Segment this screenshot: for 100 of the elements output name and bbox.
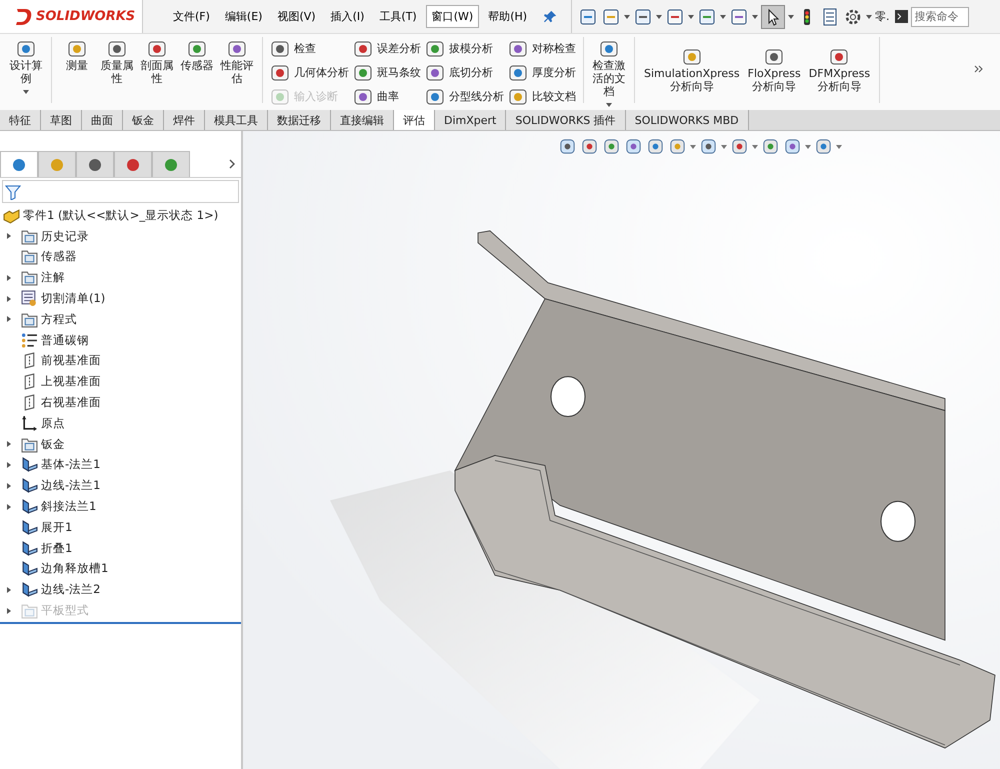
- dropdown-caret-icon[interactable]: [866, 14, 872, 20]
- expand-arrow-icon[interactable]: [6, 586, 12, 594]
- ribbon-tab[interactable]: SOLIDWORKS 插件: [506, 110, 626, 130]
- ribbon-button[interactable]: 测量: [57, 37, 97, 87]
- ribbon-button[interactable]: 检查激活的文档: [589, 37, 629, 110]
- ribbon-button[interactable]: 剖面属性: [137, 37, 177, 87]
- ribbon-tab[interactable]: 直接编辑: [331, 110, 394, 130]
- filter-field[interactable]: [2, 180, 239, 203]
- expand-arrow-icon[interactable]: [6, 294, 12, 303]
- tool-icon: [107, 39, 127, 59]
- expand-arrow-icon[interactable]: [6, 460, 12, 469]
- ribbon-button[interactable]: 传感器: [177, 37, 217, 87]
- tree-item[interactable]: 前视基准面: [41, 353, 101, 368]
- ribbon-button[interactable]: 对称检查: [506, 37, 578, 60]
- tool-icon: [682, 47, 702, 67]
- more-chevron-icon[interactable]: [974, 64, 984, 74]
- ribbon-button[interactable]: 比较文档: [506, 85, 578, 108]
- tree-item[interactable]: 上视基准面: [41, 374, 101, 390]
- panel-tab[interactable]: [152, 151, 190, 177]
- panel-tab[interactable]: [114, 151, 152, 177]
- ribbon-button[interactable]: 曲率: [351, 85, 423, 108]
- search-field[interactable]: 搜索命令: [910, 6, 969, 26]
- ds-logo-icon: [14, 6, 34, 26]
- expand-arrow-icon[interactable]: [6, 315, 12, 324]
- ribbon-button[interactable]: 检查: [268, 37, 351, 60]
- ribbon-button[interactable]: 分型线分析: [423, 85, 506, 108]
- ribbon-tab[interactable]: 特征: [0, 110, 41, 130]
- ribbon-tab[interactable]: 曲面: [82, 110, 123, 130]
- ribbon-tab[interactable]: 数据迁移: [268, 110, 331, 130]
- menu-item[interactable]: 窗口(W): [426, 5, 480, 28]
- tool-icon: [508, 62, 528, 82]
- ribbon-button[interactable]: 质量属性: [97, 37, 137, 87]
- ribbon-tab[interactable]: 草图: [41, 110, 82, 130]
- tree-item[interactable]: 右视基准面: [41, 395, 101, 410]
- ribbon-button[interactable]: DFMXpress 分析向导: [804, 37, 874, 93]
- menu-item[interactable]: 视图(V): [271, 5, 322, 28]
- ribbon-tab[interactable]: SOLIDWORKS MBD: [626, 110, 749, 130]
- tree-item[interactable]: 折叠1: [41, 540, 72, 556]
- tree-item[interactable]: 原点: [41, 416, 65, 431]
- tree-item[interactable]: 钣金: [41, 436, 65, 452]
- tree-item[interactable]: 历史记录: [41, 228, 89, 244]
- dropdown-caret-icon[interactable]: [752, 14, 758, 20]
- dropdown-caret-icon[interactable]: [656, 14, 662, 20]
- ribbon-button[interactable]: 设计算例: [6, 37, 46, 97]
- tree-item[interactable]: 展开1: [41, 520, 72, 535]
- menu-item[interactable]: 帮助(H): [482, 5, 534, 28]
- tree-item[interactable]: 零件1 (默认<<默认>_显示状态 1>): [23, 208, 218, 223]
- menu-item[interactable]: 文件(F): [167, 5, 216, 28]
- ribbon-button[interactable]: FloXpress 分析向导: [744, 37, 805, 93]
- tree-item[interactable]: 普通碳钢: [41, 332, 89, 348]
- ribbon-button[interactable]: 拔模分析: [423, 37, 506, 60]
- expand-arrow-icon[interactable]: [6, 440, 12, 448]
- tree-item[interactable]: 边角释放槽1: [41, 561, 108, 576]
- panel-icon: [11, 156, 27, 172]
- ribbon-tab[interactable]: 评估: [394, 110, 435, 130]
- expand-arrow-icon[interactable]: [6, 482, 12, 490]
- tree-item[interactable]: 边线-法兰1: [41, 478, 100, 494]
- sheet-metal-feature-icon: [21, 477, 38, 494]
- dropdown-caret-icon[interactable]: [805, 144, 811, 150]
- ribbon-button[interactable]: 厚度分析: [506, 61, 578, 84]
- chevron-right-icon[interactable]: [228, 158, 236, 170]
- sheet-metal-feature-icon: [21, 540, 38, 557]
- dropdown-caret-icon[interactable]: [624, 14, 630, 20]
- pin-icon[interactable]: [544, 10, 558, 23]
- ribbon-tab[interactable]: 焊件: [164, 110, 205, 130]
- menu-item[interactable]: 插入(I): [324, 5, 370, 28]
- dropdown-caret-icon[interactable]: [721, 144, 727, 150]
- expand-arrow-icon[interactable]: [6, 232, 12, 240]
- ribbon-button[interactable]: 底切分析: [423, 61, 506, 84]
- ribbon-button[interactable]: 误差分析: [351, 37, 423, 60]
- ribbon-button[interactable]: 性能评估: [217, 37, 257, 87]
- ribbon-button[interactable]: 几何体分析: [268, 61, 351, 84]
- dropdown-caret-icon[interactable]: [836, 144, 842, 150]
- tree-item[interactable]: 基体-法兰1: [41, 457, 100, 472]
- tree-item[interactable]: 方程式: [41, 312, 77, 327]
- ribbon-button[interactable]: SimulationXpress 分析向导: [640, 37, 744, 93]
- panel-tab[interactable]: [76, 151, 114, 177]
- tree-item[interactable]: 注解: [41, 270, 65, 286]
- tree-item[interactable]: 斜接法兰1: [41, 499, 96, 514]
- ribbon-tab[interactable]: 钣金: [123, 110, 164, 130]
- tool-icon: [270, 86, 290, 106]
- ribbon-button[interactable]: 斑马条纹: [351, 61, 423, 84]
- dropdown-caret-icon[interactable]: [788, 14, 794, 20]
- tree-item[interactable]: 传感器: [41, 249, 77, 264]
- dropdown-caret-icon[interactable]: [752, 144, 758, 150]
- dropdown-caret-icon[interactable]: [688, 14, 694, 20]
- expand-arrow-icon[interactable]: [6, 274, 12, 282]
- dropdown-caret-icon[interactable]: [690, 144, 696, 150]
- dropdown-caret-icon[interactable]: [720, 14, 726, 20]
- ribbon-tab[interactable]: DimXpert: [435, 110, 506, 130]
- tree-item[interactable]: 切割清单(1): [41, 291, 106, 306]
- tool-icon: [425, 38, 445, 58]
- tree-item[interactable]: 边线-法兰2: [41, 582, 100, 598]
- menu-item[interactable]: 工具(T): [373, 5, 423, 28]
- select-pointer-button[interactable]: [761, 4, 786, 28]
- expand-arrow-icon[interactable]: [6, 502, 12, 511]
- logo-text: SOLIDWORKS: [36, 9, 136, 24]
- panel-tab[interactable]: [0, 151, 38, 177]
- menu-item[interactable]: 编辑(E): [218, 5, 268, 28]
- ribbon-tab[interactable]: 模具工具: [205, 110, 268, 130]
